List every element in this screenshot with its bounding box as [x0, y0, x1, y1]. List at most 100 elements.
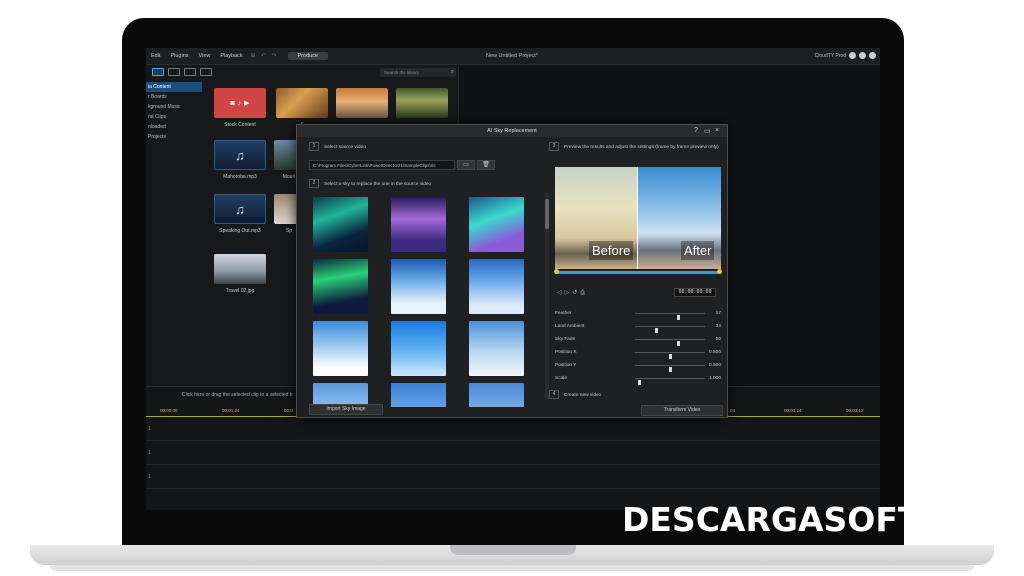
scrub-end-handle[interactable]	[717, 269, 722, 274]
close-icon[interactable]: ×	[715, 127, 719, 134]
timeline-hint: Click here or drag the selected clip to …	[182, 392, 293, 398]
param-slider-track[interactable]	[635, 378, 705, 385]
param-slider-knob[interactable]	[668, 354, 672, 359]
sunset-landscape-tile[interactable]	[336, 88, 388, 118]
travel-image-tile[interactable]	[214, 254, 266, 284]
sky-thumbnail-aurora[interactable]	[313, 197, 368, 252]
notification-icon[interactable]	[859, 52, 866, 59]
tile-label: Speaking Out.mp3	[219, 228, 261, 234]
menu-edit[interactable]: Edit	[146, 53, 165, 59]
search-icon[interactable]: ⌕	[451, 69, 454, 76]
param-value: 0.500	[708, 350, 721, 355]
maximize-icon[interactable]: ▭	[704, 127, 711, 135]
param-slider-track[interactable]	[635, 326, 705, 333]
param-slider-knob[interactable]	[676, 315, 680, 320]
param-slider-track[interactable]	[635, 313, 705, 320]
preview-scrubber[interactable]	[554, 269, 722, 274]
media-room-icon[interactable]	[152, 68, 164, 76]
sky-thumbnail-aurora[interactable]	[313, 259, 368, 314]
menu-plugins[interactable]: Plugins	[165, 53, 193, 59]
track-index: 1	[148, 426, 151, 432]
sidebar-item-media-content[interactable]: ia Content	[146, 82, 202, 92]
ai-sky-replacement-dialog: AI Sky Replacement ? ▭ × 1 Select source …	[296, 124, 728, 418]
play-icon: ▶	[244, 100, 250, 107]
account-status: CloudTY Prod	[815, 52, 876, 59]
source-video-path-field[interactable]: C:\Program Files\CyberLink\PowerDirector…	[309, 160, 455, 170]
sidebar-item-downloaded[interactable]: nloaded	[146, 122, 202, 132]
food-image-tile[interactable]	[276, 88, 328, 118]
step-number: 2	[309, 179, 319, 188]
help-icon[interactable]: ?	[694, 127, 698, 134]
search-placeholder: Search the library	[384, 70, 420, 75]
step-label: Select a sky to replace the one in the s…	[324, 181, 432, 187]
stock-content-tile[interactable]: ◙ ♪ ▶	[214, 88, 266, 118]
scrub-start-handle[interactable]	[554, 269, 559, 274]
sky-thumbnail-clouds[interactable]	[391, 383, 446, 407]
param-slider-track[interactable]	[635, 365, 705, 372]
sky-thumbnail-clouds[interactable]	[469, 383, 524, 407]
import-sky-image-button[interactable]: Import Sky Image	[309, 404, 383, 415]
music-file-tile[interactable]: ♫	[214, 194, 266, 224]
produce-button[interactable]: Produce	[287, 52, 329, 60]
music-note-icon: ♪	[237, 99, 242, 107]
param-slider-knob[interactable]	[676, 341, 680, 346]
param-label: Land Ambient	[555, 324, 585, 329]
step-number: 3	[549, 142, 559, 151]
timeline-track[interactable]: 1	[146, 443, 880, 465]
step-1: 1 Select source video	[309, 142, 366, 151]
forest-image-tile[interactable]	[396, 88, 448, 118]
split-divider[interactable]	[637, 167, 638, 269]
timecode-display[interactable]: 00:00:00:00	[674, 288, 716, 297]
save-icon[interactable]: ⊞	[248, 53, 259, 59]
timeline-track[interactable]: 1	[146, 467, 880, 489]
sky-thumbnail-clear[interactable]	[391, 321, 446, 376]
sidebar-item-boards[interactable]: r Boards	[146, 92, 202, 102]
step-number: 1	[309, 142, 319, 151]
sidebar-item-projects[interactable]: Projects	[146, 132, 202, 142]
browse-folder-button[interactable]: ▭	[457, 160, 475, 170]
track-index: 1	[148, 450, 151, 456]
param-slider-knob[interactable]	[655, 328, 659, 333]
music-file-tile[interactable]: ♫	[214, 140, 266, 170]
menu-view[interactable]: View	[194, 53, 216, 59]
prev-frame-icon[interactable]: ◁	[557, 290, 565, 296]
music-room-icon[interactable]	[200, 68, 212, 76]
before-after-preview[interactable]: Before After	[555, 167, 721, 269]
sky-thumbnail-aurora[interactable]	[391, 197, 446, 252]
stage: Edit Plugins View Playback ⊞ ↶ ↷ Produce…	[0, 0, 1024, 576]
param-slider-track[interactable]	[635, 352, 705, 359]
sky-thumbnail-clouds[interactable]	[469, 259, 524, 314]
delete-source-button[interactable]: 🗑	[477, 160, 495, 170]
param-position-y: Position Y 0.500	[555, 361, 721, 372]
title-room-icon[interactable]	[168, 68, 180, 76]
redo-icon[interactable]: ↷	[269, 53, 280, 59]
param-slider-knob[interactable]	[638, 380, 642, 385]
library-search-input[interactable]: Search the library ⌕	[380, 68, 456, 77]
param-slider-track[interactable]	[635, 339, 705, 346]
sidebar-item-background-music[interactable]: kground Music	[146, 102, 202, 112]
account-icon[interactable]	[849, 52, 856, 59]
snapshot-icon[interactable]: ⎙	[580, 290, 588, 296]
project-title: New Untitled Project*	[486, 53, 538, 59]
undo-icon[interactable]: ↶	[258, 53, 269, 59]
ruler-mark: 00;01;24	[222, 408, 240, 413]
menu-playback[interactable]: Playback	[215, 53, 247, 59]
param-label: Position Y	[555, 363, 577, 368]
sidebar-item-sound-clips[interactable]: nd Clips	[146, 112, 202, 122]
cloud-status-text: CloudTY Prod	[814, 52, 846, 59]
transform-video-button[interactable]: Transform Video	[641, 405, 723, 416]
sky-thumbnail-clouds[interactable]	[313, 321, 368, 376]
param-scale: Scale 1.000	[555, 374, 721, 385]
timeline-track[interactable]: 1	[146, 419, 880, 441]
dialog-title-bar: AI Sky Replacement ? ▭ ×	[297, 125, 727, 137]
sky-thumbnail-aurora[interactable]	[469, 197, 524, 252]
settings-icon[interactable]	[869, 52, 876, 59]
photo-room-icon[interactable]	[184, 68, 196, 76]
sky-thumbnail-clouds[interactable]	[391, 259, 446, 314]
laptop-notch	[450, 545, 576, 555]
sky-thumbnail-clouds[interactable]	[469, 321, 524, 376]
param-slider-knob[interactable]	[668, 367, 672, 372]
param-value: 17	[715, 311, 721, 316]
param-value: 34	[715, 324, 721, 329]
folder-icon: ▭	[463, 162, 469, 168]
